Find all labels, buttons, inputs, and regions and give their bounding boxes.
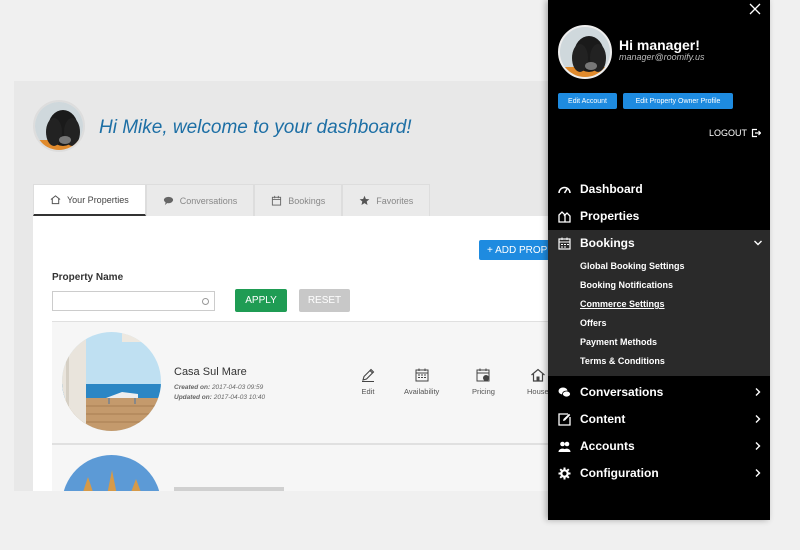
property-name-truncated <box>174 487 284 491</box>
property-image <box>62 332 161 431</box>
action-label: Pricing <box>472 387 495 396</box>
tab-bookings[interactable]: Bookings <box>254 184 343 216</box>
calendar-icon <box>272 195 282 206</box>
pencil-icon <box>362 368 375 382</box>
property-row: Casa Sul Mare Created on: 2017-04-03 09:… <box>52 321 554 444</box>
tab-favorites[interactable]: Favorites <box>342 184 431 216</box>
logout-icon <box>751 128 762 138</box>
tab-label: Favorites <box>376 195 414 206</box>
property-row <box>52 444 554 491</box>
nav-label: Content <box>580 412 626 426</box>
apply-button[interactable]: APPLY <box>235 289 287 312</box>
close-icon[interactable] <box>749 3 761 15</box>
star-icon <box>359 195 370 205</box>
nav-label: Bookings <box>580 236 635 250</box>
properties-panel: + ADD PROPERTY Property Name APPLY RESET <box>33 216 554 491</box>
nav-label: Accounts <box>580 439 635 453</box>
side-drawer: Hi manager! manager@roomify.us Edit Acco… <box>548 0 770 520</box>
updated-date: Updated on: 2017-04-03 10:40 <box>174 394 265 401</box>
property-image <box>62 455 161 491</box>
logout-link[interactable]: LOGOUT <box>709 128 762 138</box>
nav-properties[interactable]: Properties <box>548 203 770 229</box>
nav-configuration[interactable]: Configuration <box>548 460 770 486</box>
submenu-booking-notifications[interactable]: Booking Notifications <box>580 280 673 290</box>
nav-bookings[interactable]: Bookings <box>548 230 770 256</box>
logout-label: LOGOUT <box>709 128 748 138</box>
dashboard: Hi Mike, welcome to your dashboard! Your… <box>14 81 554 491</box>
created-label: Created on: <box>174 384 211 391</box>
pricing-action[interactable]: Pricing <box>472 367 495 396</box>
created-date: Created on: 2017-04-03 09:59 <box>174 384 263 391</box>
house-icon <box>530 368 545 382</box>
nav-accounts[interactable]: Accounts <box>548 433 770 459</box>
updated-label: Updated on: <box>174 394 212 401</box>
pricing-calendar-icon <box>476 368 490 382</box>
manager-email: manager@roomify.us <box>619 52 705 62</box>
nav-dashboard[interactable]: Dashboard <box>548 176 770 202</box>
action-label: Edit <box>361 387 375 396</box>
dashboard-tabs: Your Properties Conversations Bookings F… <box>33 184 431 216</box>
property-name-input[interactable] <box>52 291 215 311</box>
edit-action[interactable]: Edit <box>360 367 376 396</box>
calendar-icon <box>415 368 429 382</box>
action-label: House <box>527 387 549 396</box>
calendar-icon <box>558 237 571 250</box>
tab-your-properties[interactable]: Your Properties <box>33 184 146 216</box>
submenu-commerce-settings[interactable]: Commerce Settings <box>580 299 665 309</box>
chevron-down-icon <box>754 240 762 246</box>
user-avatar <box>33 100 85 152</box>
loading-indicator-icon <box>202 298 209 305</box>
edit-icon <box>558 413 571 426</box>
manager-greeting: Hi manager! <box>619 37 700 53</box>
submenu-offers[interactable]: Offers <box>580 318 607 328</box>
tab-label: Your Properties <box>67 194 129 205</box>
properties-icon <box>558 211 571 223</box>
chevron-right-icon <box>755 442 761 450</box>
created-value: 2017-04-03 09:59 <box>211 384 264 391</box>
nav-label: Dashboard <box>580 182 643 196</box>
chevron-right-icon <box>755 388 761 396</box>
tab-label: Conversations <box>179 195 238 206</box>
submenu-terms-conditions[interactable]: Terms & Conditions <box>580 356 665 366</box>
tab-label: Bookings <box>288 195 326 206</box>
nav-label: Configuration <box>580 466 659 480</box>
reset-button[interactable]: RESET <box>299 289 350 312</box>
chevron-right-icon <box>755 469 761 477</box>
add-property-button[interactable]: + ADD PROPERTY <box>479 240 554 260</box>
property-name-label: Property Name <box>52 272 124 283</box>
property-name[interactable]: Casa Sul Mare <box>174 366 247 378</box>
nav-label: Conversations <box>580 385 664 399</box>
submenu-global-booking-settings[interactable]: Global Booking Settings <box>580 261 685 271</box>
updated-value: 2017-04-03 10:40 <box>213 394 266 401</box>
nav-content[interactable]: Content <box>548 406 770 432</box>
edit-owner-profile-button[interactable]: Edit Property Owner Profile <box>623 93 733 109</box>
gear-icon <box>558 467 571 480</box>
availability-action[interactable]: Availability <box>404 367 439 396</box>
chat-icon <box>558 387 571 398</box>
users-icon <box>558 441 571 452</box>
nav-label: Properties <box>580 209 640 223</box>
tab-conversations[interactable]: Conversations <box>145 184 255 216</box>
dashboard-icon <box>558 186 571 194</box>
edit-account-button[interactable]: Edit Account <box>558 93 617 109</box>
nav-conversations[interactable]: Conversations <box>548 379 770 405</box>
house-action[interactable]: House <box>527 367 549 396</box>
submenu-payment-methods[interactable]: Payment Methods <box>580 337 657 347</box>
manager-avatar <box>558 25 612 79</box>
welcome-heading: Hi Mike, welcome to your dashboard! <box>99 117 412 138</box>
action-label: Availability <box>404 387 440 396</box>
chat-icon <box>163 196 173 206</box>
bookings-submenu: Bookings Global Booking Settings Booking… <box>548 230 770 376</box>
chevron-right-icon <box>755 415 761 423</box>
house-icon <box>50 195 61 205</box>
